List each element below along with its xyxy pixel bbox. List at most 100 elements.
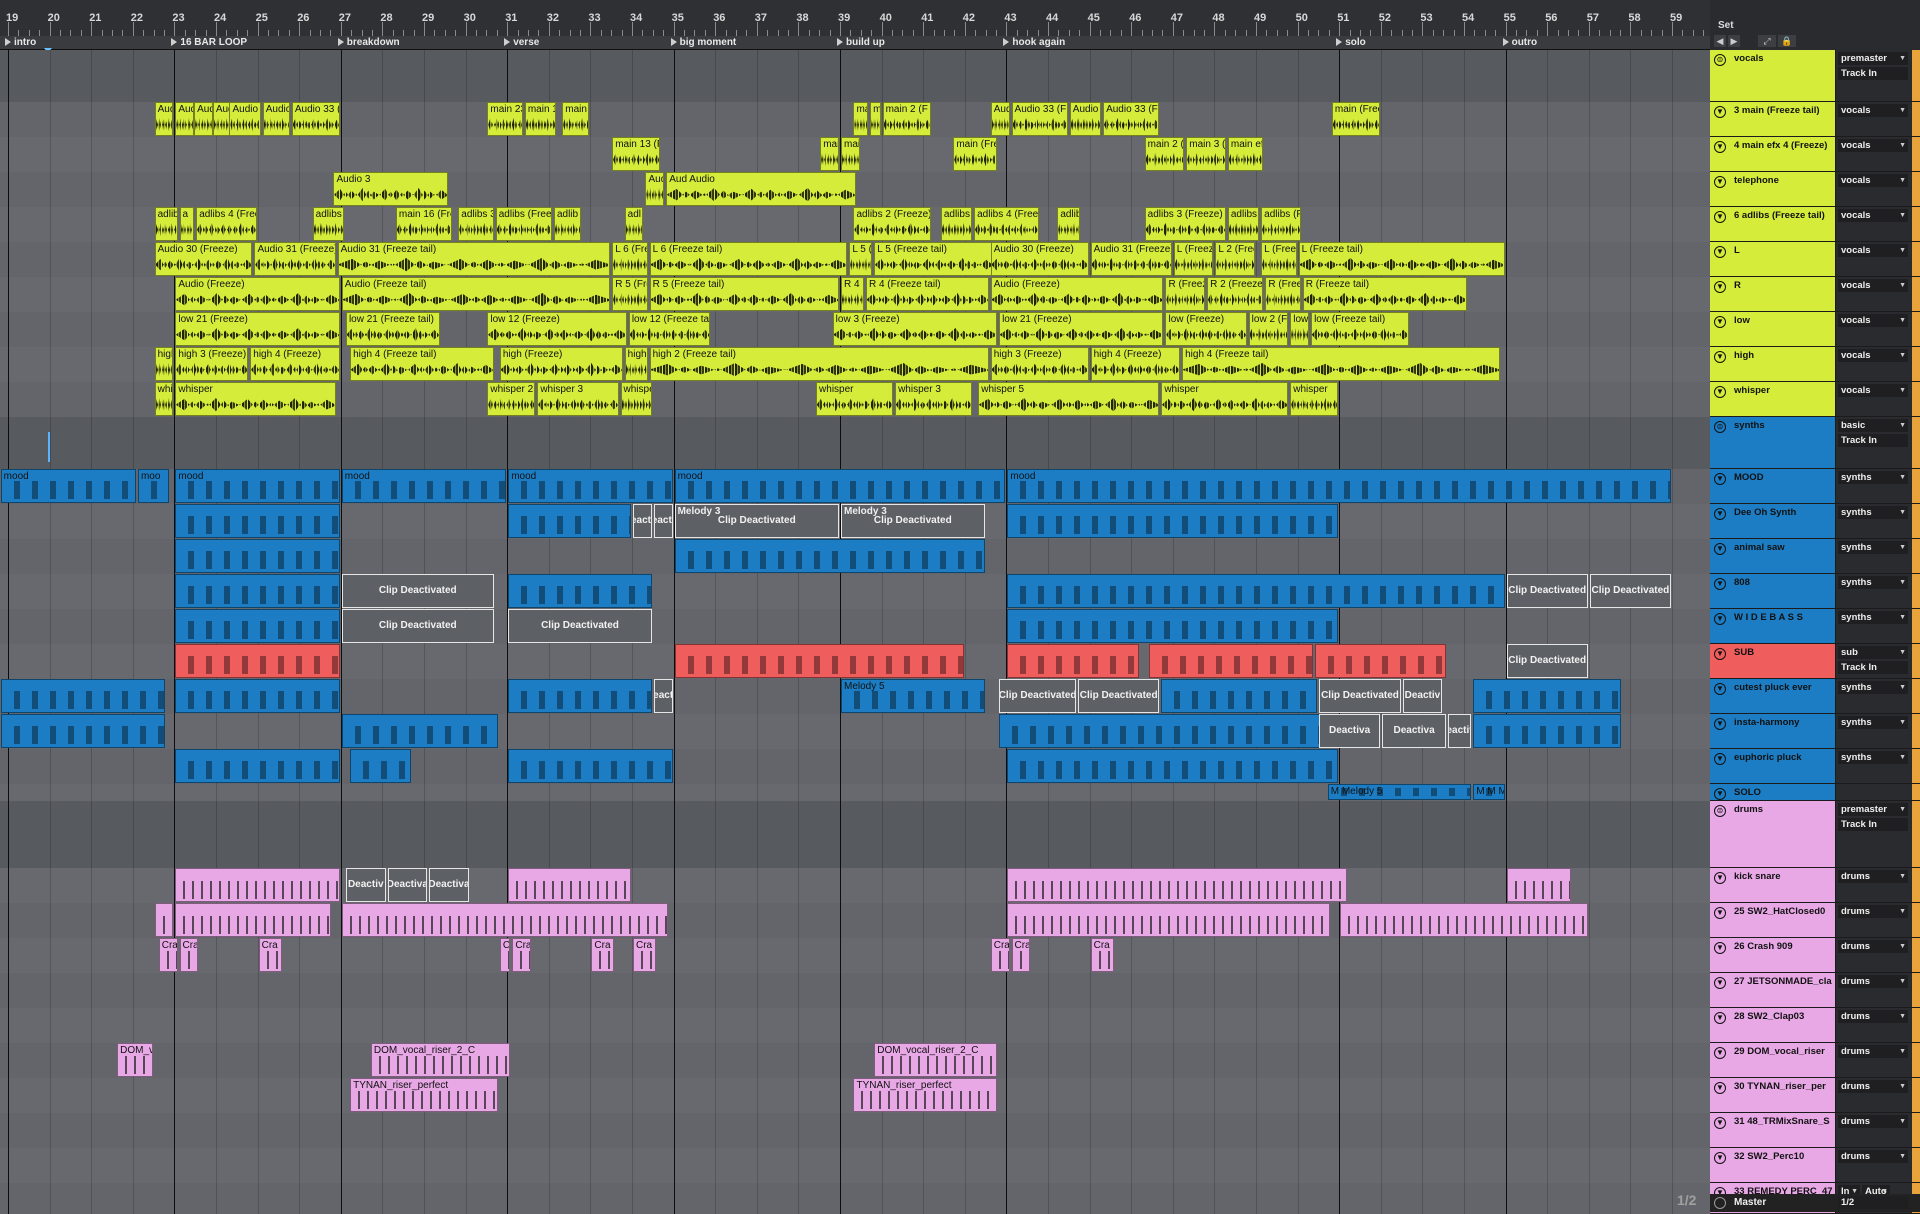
track-color-area[interactable]: ▼ high: [1710, 347, 1836, 381]
track-header-mood[interactable]: ▼ MOOD synths: [1710, 469, 1920, 504]
output-routing-select[interactable]: drums: [1838, 1150, 1908, 1163]
output-routing-select[interactable]: synths: [1838, 541, 1908, 554]
lane-28-sw2-clap03[interactable]: [0, 1008, 1710, 1044]
lane-synths[interactable]: [0, 417, 1710, 470]
track-name[interactable]: 3 main (Freeze tail): [1734, 105, 1820, 116]
track-fold-icon[interactable]: ▼: [1714, 718, 1726, 730]
arrangement-clip[interactable]: [674, 539, 985, 573]
track-fold-icon[interactable]: ▼: [1714, 683, 1726, 695]
lane-26-crash-909[interactable]: [0, 938, 1710, 974]
deactivated-clip[interactable]: eacti: [653, 504, 673, 538]
track-fold-icon[interactable]: ▼: [1714, 246, 1726, 258]
arrangement-clip[interactable]: L (Freeze): [1261, 242, 1297, 276]
arrangement-clip[interactable]: [508, 868, 631, 902]
locator-hook-again[interactable]: hook again: [1002, 36, 1065, 49]
track-activator[interactable]: [1912, 102, 1920, 136]
track-color-area[interactable]: ▼ 30 TYNAN_riser_per: [1710, 1078, 1836, 1112]
track-header-25-sw2-hatclosed0[interactable]: ▼ 25 SW2_HatClosed0 drums: [1710, 903, 1920, 938]
arrangement-clip[interactable]: [508, 679, 652, 713]
arrangement-clip[interactable]: moo: [137, 469, 170, 503]
track-activator[interactable]: [1912, 714, 1920, 748]
track-header-6-adlibs-freeze-tail-[interactable]: ▼ 6 adlibs (Freeze tail) vocals: [1710, 207, 1920, 242]
arrangement-clip[interactable]: low 2 (Freeze): [1248, 312, 1289, 346]
track-color-area[interactable]: ▼ 808: [1710, 574, 1836, 608]
track-name[interactable]: 29 DOM_vocal_riser: [1734, 1046, 1825, 1057]
arrangement-clip[interactable]: [0, 679, 166, 713]
track-name[interactable]: 31 48_TRMixSnare_S: [1734, 1116, 1830, 1127]
track-activator[interactable]: [1912, 1148, 1920, 1182]
locator-strip[interactable]: intro 16 BAR LOOP breakdown verse big moment…: [0, 36, 1710, 50]
track-header-low[interactable]: ▼ low vocals: [1710, 312, 1920, 347]
arrangement-clip[interactable]: adlibi: [1057, 207, 1081, 241]
track-fold-icon[interactable]: ▼: [1714, 753, 1726, 765]
arrangement-clip[interactable]: [154, 903, 174, 937]
track-activator[interactable]: [1912, 277, 1920, 311]
arrangement-clip[interactable]: Cra: [1090, 938, 1114, 972]
arrangement-clip[interactable]: L 5 (Freeze tail): [874, 242, 993, 276]
output-routing-select[interactable]: premaster: [1838, 52, 1908, 65]
track-color-area[interactable]: ▼ W I D E B A S S: [1710, 609, 1836, 643]
arrangement-clip[interactable]: Melody 5: [841, 679, 985, 713]
insert-marker[interactable]: [48, 432, 50, 462]
deactivated-clip[interactable]: Deactiv: [1402, 679, 1443, 713]
locator-verse[interactable]: verse: [503, 36, 539, 49]
arrangement-clip[interactable]: R (Freeze): [1265, 277, 1301, 311]
arrangement-clip[interactable]: Audio: [229, 102, 261, 136]
arrangement-clip[interactable]: adlibs 4 (Freeze): [974, 207, 1039, 241]
track-activator[interactable]: [1912, 938, 1920, 972]
input-routing-select[interactable]: Track In: [1838, 818, 1908, 831]
arrangement-clip[interactable]: main 16 (Fre: [395, 207, 453, 241]
arrangement-clip[interactable]: whisper: [175, 382, 336, 416]
deactivated-clip[interactable]: Deactiva: [1319, 714, 1380, 748]
arrangement-clip[interactable]: [1148, 644, 1314, 678]
track-fold-icon[interactable]: ▼: [1714, 141, 1726, 153]
track-name[interactable]: euphoric pluck: [1734, 752, 1802, 763]
deactivated-clip[interactable]: Clip Deactivated: [341, 609, 494, 643]
arrangement-clip[interactable]: whisper: [816, 382, 894, 416]
track-header-808[interactable]: ▼ 808 synths: [1710, 574, 1920, 609]
track-fold-icon[interactable]: ▼: [1714, 316, 1726, 328]
track-fold-icon[interactable]: ▼: [1714, 106, 1726, 118]
arrangement-clip[interactable]: DOM_vo: [117, 1043, 153, 1077]
arrangement-clip[interactable]: adlibs: [154, 207, 178, 241]
track-activator[interactable]: [1912, 868, 1920, 902]
arrangement-clip[interactable]: whisper 2: [487, 382, 536, 416]
arrangement-clip[interactable]: Audio 2: [262, 102, 290, 136]
arrangement-clip[interactable]: whisper 3: [895, 382, 973, 416]
arrangement-clip[interactable]: [1007, 609, 1339, 643]
track-name[interactable]: SOLO: [1734, 787, 1761, 798]
arrangement-clip[interactable]: [175, 644, 340, 678]
arrangement-clip[interactable]: [175, 903, 332, 937]
track-header-drums[interactable]: ⊜ drums premaster Track In: [1710, 801, 1920, 868]
track-activator[interactable]: [1912, 242, 1920, 276]
arrangement-clip[interactable]: low (Freeze): [1165, 312, 1247, 346]
arrangement-clip[interactable]: a: [179, 207, 195, 241]
track-color-area[interactable]: ▼ telephone: [1710, 172, 1836, 206]
track-header-animal-saw[interactable]: ▼ animal saw synths: [1710, 539, 1920, 574]
arrangement-clip[interactable]: high 4 (Freeze): [250, 347, 340, 381]
arrangement-clip[interactable]: R 5 (Freeze): [612, 277, 648, 311]
arrangement-clip[interactable]: [999, 714, 1330, 748]
arrangement-clip[interactable]: adlibs: [312, 207, 344, 241]
track-name[interactable]: drums: [1734, 804, 1763, 815]
track-color-area[interactable]: ▼ animal saw: [1710, 539, 1836, 573]
arrangement-clip[interactable]: high 4 (Freeze tail): [1182, 347, 1501, 381]
locator-intro[interactable]: intro: [4, 36, 36, 49]
output-routing-select[interactable]: drums: [1838, 975, 1908, 988]
output-routing-select[interactable]: drums: [1838, 1010, 1908, 1023]
deactivated-clip[interactable]: Clip Deactivated: [1589, 574, 1671, 608]
track-name[interactable]: 27 JETSONMADE_cla: [1734, 976, 1832, 987]
arrangement-clip[interactable]: main (Fre: [953, 137, 998, 171]
track-activator[interactable]: [1912, 382, 1920, 416]
track-color-area[interactable]: ⊜ vocals: [1710, 50, 1836, 101]
arrangement-clip[interactable]: main 23 (Fr: [487, 102, 523, 136]
lane-vocals[interactable]: [0, 50, 1710, 103]
scroll-right-icon[interactable]: ▶: [1728, 35, 1740, 47]
arrangement-clip[interactable]: low 12 (Freeze): [487, 312, 627, 346]
arrangement-clip[interactable]: main efx: [1227, 137, 1264, 171]
track-header-high[interactable]: ▼ high vocals: [1710, 347, 1920, 382]
arrangement-clip[interactable]: high 3 (Freeze): [175, 347, 249, 381]
track-name[interactable]: 4 main efx 4 (Freeze): [1734, 140, 1827, 151]
track-fold-icon[interactable]: ▼: [1714, 543, 1726, 555]
track-name[interactable]: 32 SW2_Perc10: [1734, 1151, 1804, 1162]
